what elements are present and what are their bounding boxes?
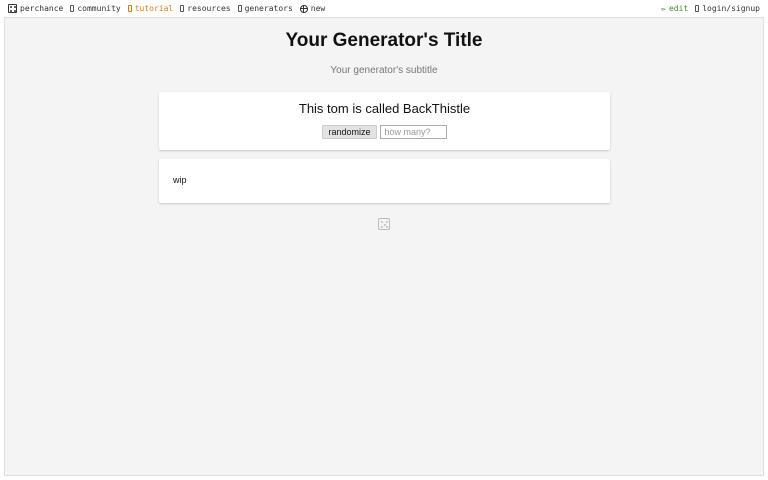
plus-circle-icon <box>299 4 308 13</box>
nav-right: ✏ edit login/signup <box>661 4 760 13</box>
nav-left: perchance community tutorial resources g… <box>8 4 325 13</box>
nav-community[interactable]: community <box>70 4 121 13</box>
generator-output: This tom is called BackThistle <box>298 101 471 116</box>
login-label: login/signup <box>702 4 760 13</box>
dice-icon <box>8 4 17 13</box>
controls: randomize <box>159 125 610 139</box>
community-icon <box>70 5 75 12</box>
user-icon <box>695 5 700 12</box>
nav-tutorial-label: tutorial <box>134 4 174 13</box>
login-link[interactable]: login/signup <box>695 4 760 13</box>
nav-tutorial[interactable]: tutorial <box>127 4 174 13</box>
edit-label: edit <box>668 4 689 13</box>
page-title: Your Generator's Title <box>285 30 483 51</box>
page-subtitle: Your generator's subtitle <box>330 65 438 76</box>
output-card: This tom is called BackThistle randomize <box>159 92 610 150</box>
notes-text: wip <box>173 175 187 185</box>
nav-new[interactable]: new <box>299 4 326 13</box>
nav-resources[interactable]: resources <box>180 4 231 13</box>
nav-generators[interactable]: generators <box>237 4 293 13</box>
nav-generators-label: generators <box>244 4 293 13</box>
nav-perchance-label: perchance <box>20 4 64 13</box>
randomize-button[interactable]: randomize <box>322 125 377 139</box>
edit-link[interactable]: ✏ edit <box>661 4 688 13</box>
nav-resources-label: resources <box>187 4 231 13</box>
generators-icon <box>237 5 242 12</box>
footer-dice-icon[interactable] <box>378 218 390 230</box>
nav-new-label: new <box>310 4 326 13</box>
top-nav: perchance community tutorial resources g… <box>0 0 768 17</box>
nav-community-label: community <box>77 4 121 13</box>
notes-card: wip <box>159 159 610 203</box>
resources-icon <box>180 5 185 12</box>
generator-frame: Your Generator's Title Your generator's … <box>4 17 764 476</box>
book-icon <box>127 5 132 12</box>
count-input[interactable] <box>379 125 447 139</box>
pencil-icon: ✏ <box>661 3 666 13</box>
nav-perchance[interactable]: perchance <box>8 4 63 13</box>
